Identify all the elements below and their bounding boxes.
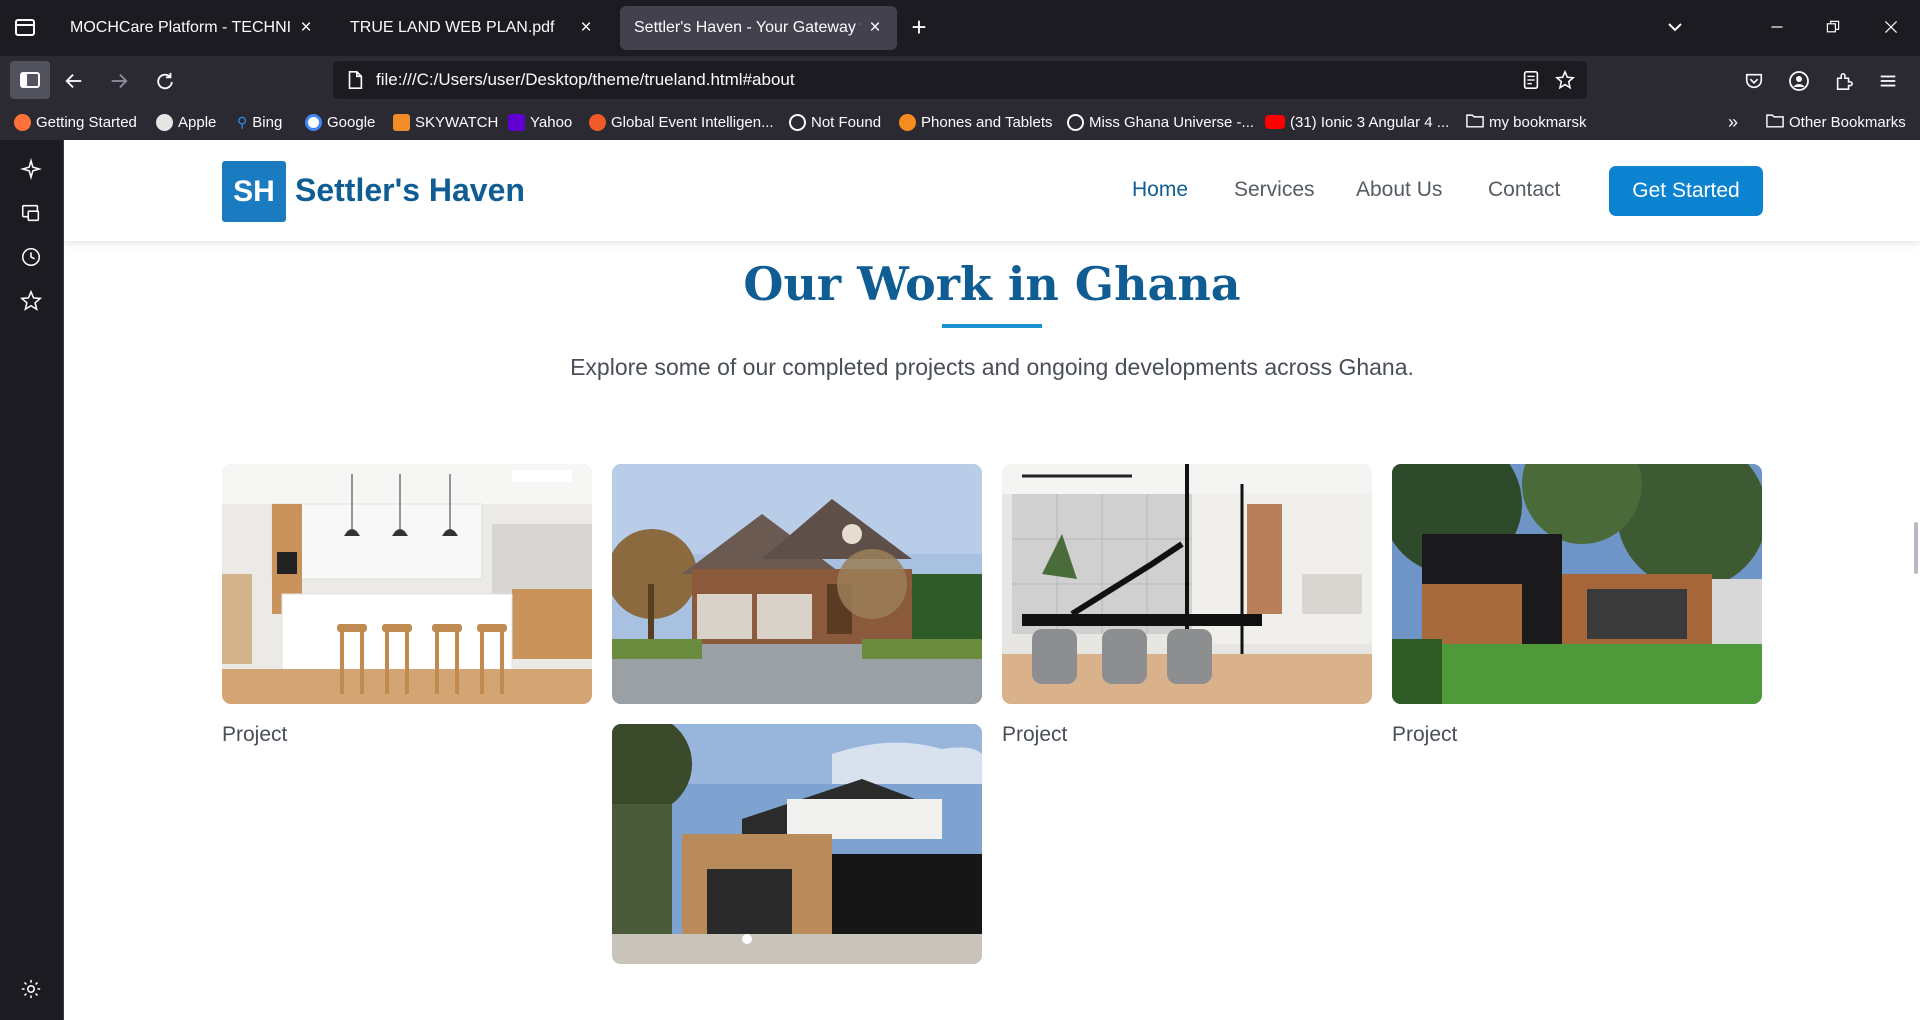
pocket-icon[interactable]: [1738, 65, 1770, 97]
star-icon[interactable]: [1554, 69, 1577, 92]
back-arrow-icon[interactable]: [58, 65, 90, 97]
bookmark-label: (31) Ionic 3 Angular 4 ...: [1290, 113, 1450, 131]
tab-list-icon[interactable]: [14, 16, 36, 38]
forward-arrow-icon[interactable]: [103, 65, 135, 97]
bookmark-label: Global Event Intelligen...: [611, 113, 774, 131]
close-window-icon[interactable]: [1876, 12, 1906, 42]
tab-bar: MOCHCare Platform - TECHNICAL D × TRUE L…: [0, 0, 1920, 56]
bookmark-label: Getting Started: [36, 113, 137, 131]
nav-about-us[interactable]: About Us: [1356, 178, 1442, 202]
nav-contact[interactable]: Contact: [1488, 178, 1560, 202]
store-icon: [899, 113, 916, 131]
bookmark-label: Miss Ghana Universe -...: [1089, 113, 1255, 131]
section-title: Our Work in Ghana: [743, 257, 1241, 311]
scrollbar-thumb[interactable]: [1914, 522, 1918, 574]
bookmark-item[interactable]: Phones and Tablets: [899, 112, 1053, 132]
get-started-button[interactable]: Get Started: [1609, 166, 1763, 216]
globe-icon: [1067, 113, 1084, 131]
logo-mark[interactable]: SH: [222, 161, 286, 222]
close-icon[interactable]: ×: [865, 17, 885, 39]
minimize-icon[interactable]: [1762, 12, 1792, 42]
bookmark-item[interactable]: ⚲ Bing: [237, 112, 282, 132]
ai-sparkle-icon[interactable]: [19, 157, 44, 182]
nav-home[interactable]: Home: [1132, 178, 1188, 202]
account-icon[interactable]: [1783, 65, 1815, 97]
firefox-icon: [14, 113, 31, 131]
project-label: Project: [1002, 723, 1068, 746]
reload-icon[interactable]: [149, 65, 181, 97]
logo-text[interactable]: Settler's Haven: [295, 172, 525, 209]
bookmark-label: Not Found: [811, 113, 882, 131]
browser-sidebar: [0, 140, 64, 1020]
tab-title: MOCHCare Platform - TECHNICAL D: [70, 19, 292, 36]
youtube-icon: [1265, 115, 1285, 129]
sidebar-toggle-icon[interactable]: [10, 61, 50, 99]
bookmarks-star-icon[interactable]: [19, 289, 44, 314]
url-text[interactable]: file:///C:/Users/user/Desktop/theme/true…: [376, 70, 795, 90]
bookmark-label: SKYWATCH: [415, 113, 499, 131]
site-header: SH Settler's Haven Home Services About U…: [64, 140, 1920, 241]
folder-icon: [1466, 113, 1484, 132]
tab-title: TRUE LAND WEB PLAN.pdf: [350, 19, 555, 36]
bookmark-item[interactable]: SKYWATCH: [393, 112, 498, 132]
url-bar[interactable]: file:///C:/Users/user/Desktop/theme/true…: [333, 61, 1587, 99]
synced-tabs-icon[interactable]: [20, 202, 44, 226]
reader-view-icon[interactable]: [1521, 70, 1543, 92]
extensions-icon[interactable]: [1828, 65, 1860, 97]
menu-icon[interactable]: [1872, 65, 1904, 97]
bookmark-item[interactable]: my bookmarsk: [1466, 112, 1587, 132]
gear-icon[interactable]: [20, 978, 44, 1002]
page-viewport: SH Settler's Haven Home Services About U…: [64, 140, 1920, 1020]
bookmark-label: Bing: [252, 113, 283, 131]
page-icon: [345, 70, 367, 92]
bookmark-item[interactable]: Google: [305, 112, 375, 132]
shield-icon: [589, 113, 606, 131]
bookmark-item[interactable]: Not Found: [789, 112, 881, 132]
bookmark-item[interactable]: Yahoo: [508, 112, 572, 132]
globe-icon: [789, 113, 806, 131]
chevron-down-icon[interactable]: [1660, 12, 1690, 42]
project-image-modern-house[interactable]: [1392, 464, 1762, 704]
folder-icon: [1766, 113, 1784, 132]
bookmark-label: Phones and Tablets: [921, 113, 1053, 131]
bookmark-item[interactable]: Global Event Intelligen...: [589, 112, 774, 132]
apple-icon: [156, 113, 173, 131]
restore-icon[interactable]: [1818, 12, 1848, 42]
bookmark-label: Google: [327, 113, 376, 131]
tab-mochcare[interactable]: MOCHCare Platform - TECHNICAL D ×: [56, 6, 328, 50]
bookmark-item[interactable]: Apple: [156, 112, 216, 132]
project-image-timber-house[interactable]: [612, 724, 982, 964]
bookmark-item[interactable]: Miss Ghana Universe -...: [1067, 112, 1254, 132]
yahoo-icon: [508, 113, 525, 131]
google-icon: [305, 113, 322, 131]
tab-true-land-pdf[interactable]: TRUE LAND WEB PLAN.pdf ×: [336, 6, 608, 50]
project-label: Project: [1392, 723, 1458, 746]
tab-settlers-haven[interactable]: Settler's Haven - Your Gateway to B ×: [620, 6, 897, 50]
new-tab-button[interactable]: +: [905, 14, 933, 42]
tab-title: Settler's Haven - Your Gateway to B: [634, 19, 861, 36]
nav-services[interactable]: Services: [1234, 178, 1315, 202]
section-subtitle: Explore some of our completed projects a…: [570, 354, 1414, 380]
bookmark-label: Yahoo: [530, 113, 573, 131]
bookmark-label: my bookmarsk: [1489, 113, 1587, 131]
search-icon: ⚲: [237, 113, 248, 130]
bookmark-item[interactable]: (31) Ionic 3 Angular 4 ...: [1265, 112, 1449, 132]
close-icon[interactable]: ×: [296, 17, 316, 39]
close-icon[interactable]: ×: [576, 17, 596, 39]
project-image-brick-house[interactable]: [612, 464, 982, 704]
project-image-kitchen[interactable]: [222, 464, 592, 704]
bookmarks-toolbar: Getting Started Apple ⚲ Bing Google SKYW…: [0, 104, 1920, 140]
bookmark-label: Other Bookmarks: [1789, 113, 1906, 131]
history-icon[interactable]: [20, 246, 44, 270]
project-label: Project: [222, 723, 288, 746]
title-underline: [942, 324, 1042, 328]
chevron-double-right-icon[interactable]: »: [1728, 112, 1738, 132]
project-image-dining-room[interactable]: [1002, 464, 1372, 704]
bookmark-label: Apple: [178, 113, 217, 131]
skywatch-icon: [393, 113, 410, 131]
bookmark-item[interactable]: Getting Started: [14, 112, 137, 132]
other-bookmarks[interactable]: Other Bookmarks: [1766, 112, 1906, 132]
navigation-toolbar: file:///C:/Users/user/Desktop/theme/true…: [0, 56, 1920, 104]
